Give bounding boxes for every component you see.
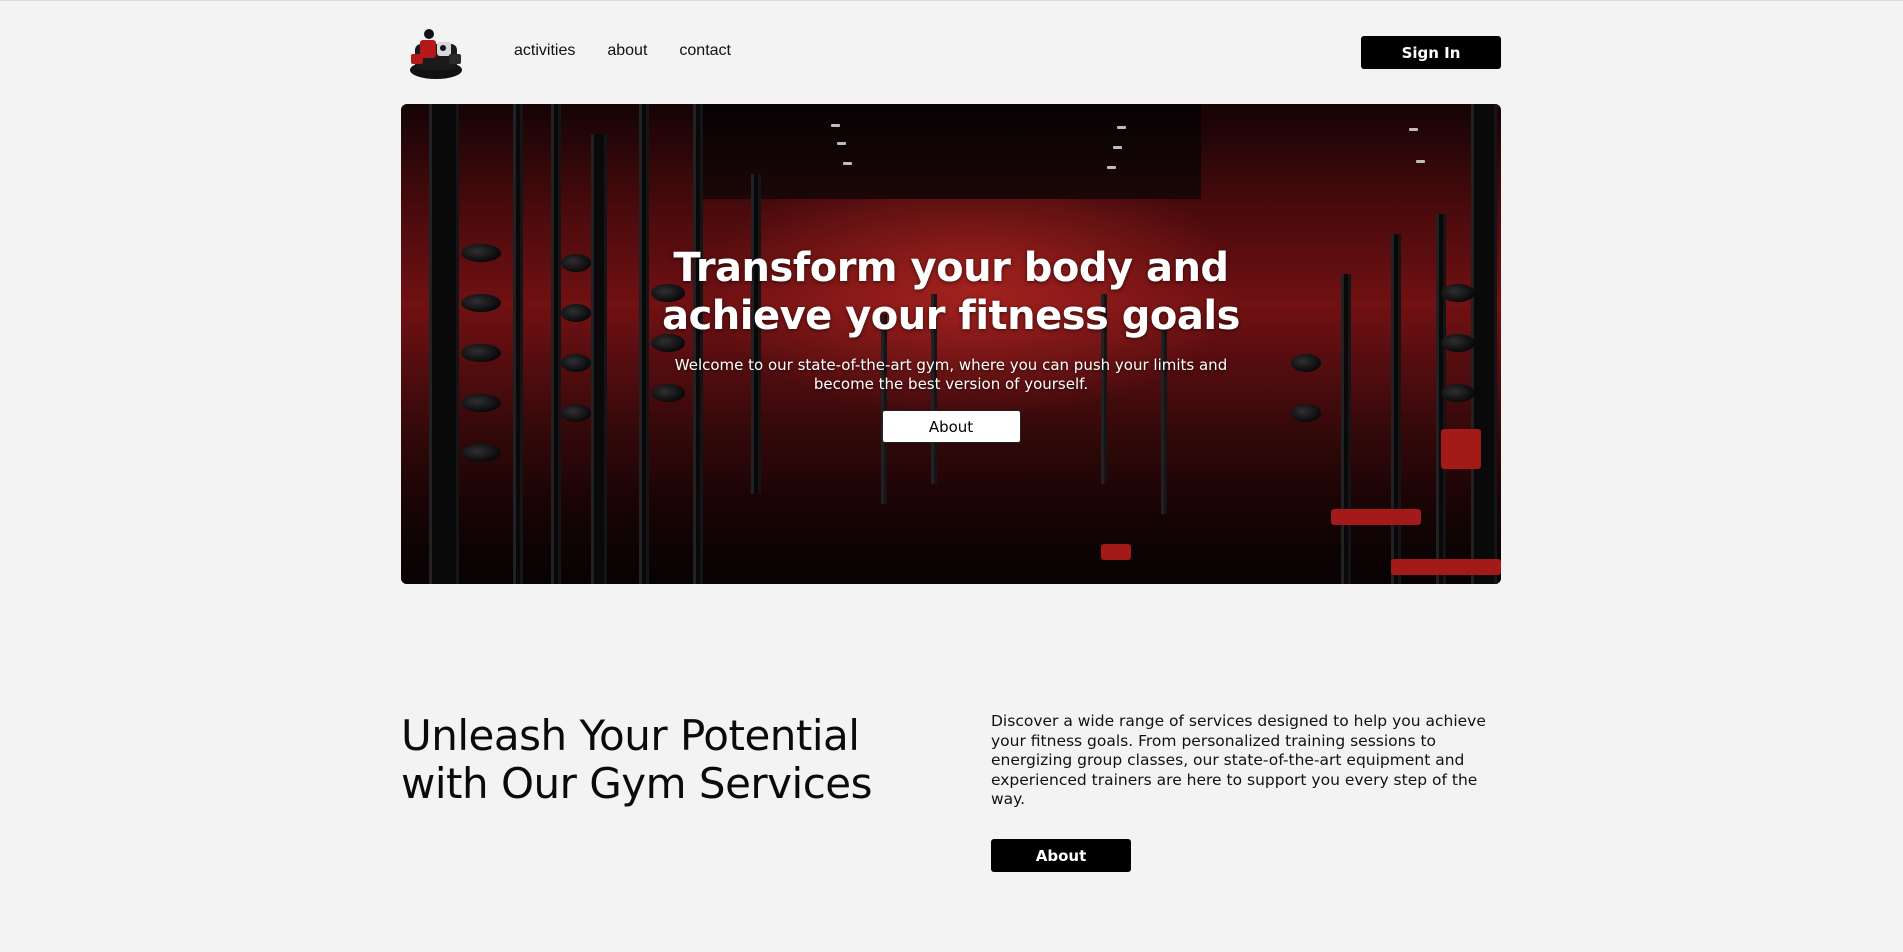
services-description: Discover a wide range of services design… [991, 712, 1486, 808]
nav-links: activities about contact [514, 42, 731, 60]
top-border [0, 0, 1903, 1]
services-title: Unleash Your Potential with Our Gym Serv… [401, 711, 873, 808]
hero-content: Transform your body and achieve your fit… [401, 244, 1501, 443]
gym-mascot-logo-icon[interactable] [407, 26, 465, 80]
services-section: Unleash Your Potential with Our Gym Serv… [401, 712, 1501, 892]
hero-title: Transform your body and achieve your fit… [662, 245, 1240, 339]
hero-subtitle: Welcome to our state-of-the-art gym, whe… [674, 356, 1228, 393]
services-about-button[interactable]: About [991, 839, 1131, 872]
nav-link-about[interactable]: about [607, 42, 647, 60]
hero-section: Transform your body and achieve your fit… [401, 104, 1501, 584]
nav-link-activities[interactable]: activities [514, 42, 575, 60]
nav-link-contact[interactable]: contact [679, 42, 731, 60]
sign-in-button[interactable]: Sign In [1361, 36, 1501, 69]
hero-about-button[interactable]: About [881, 410, 1021, 443]
navbar: activities about contact Sign In [401, 22, 1501, 84]
